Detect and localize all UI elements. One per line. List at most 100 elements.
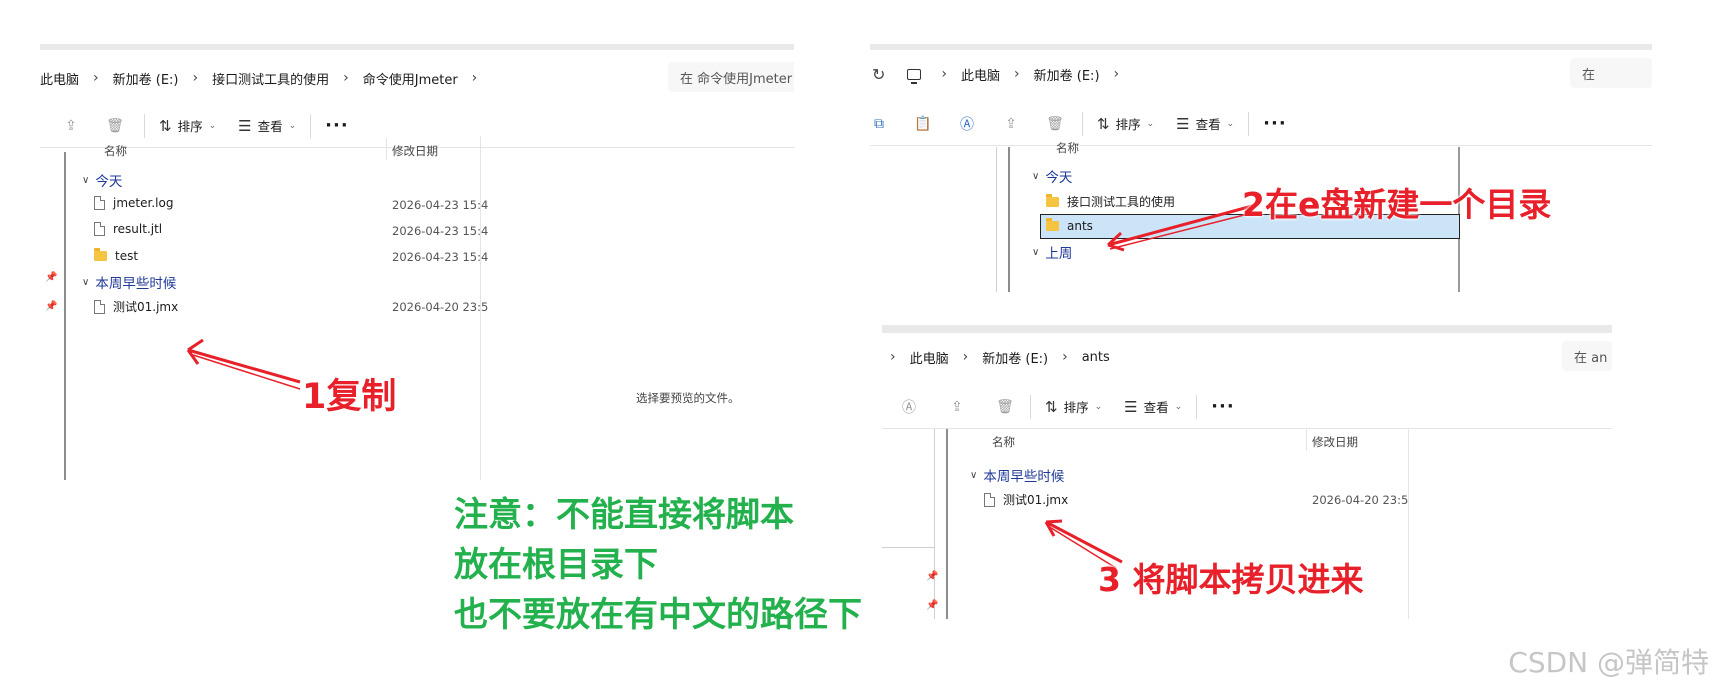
group-label: 本周早些时候 (983, 469, 1065, 485)
breadcrumb-interface-tools[interactable]: 接口测试工具的使用 (212, 69, 329, 88)
rename-icon[interactable]: Ⓐ (900, 397, 918, 417)
toolbar-divider (310, 113, 312, 138)
nav-pane-divider[interactable] (934, 429, 935, 619)
file-row-test01-jmx[interactable]: 测试01.jmx (94, 298, 178, 315)
group-header-today[interactable]: ∨ 今天 (82, 170, 122, 190)
more-options-button[interactable]: ··· (1263, 113, 1287, 134)
sort-button[interactable]: ⇅ 排序 ⌄ (159, 116, 216, 135)
group-header-today[interactable]: ∨ 今天 (1032, 166, 1072, 186)
column-header-modified[interactable]: 修改日期 (1312, 434, 1358, 450)
breadcrumb-ants[interactable]: ants (1082, 350, 1110, 365)
refresh-icon[interactable]: ↻ (872, 65, 885, 84)
file-row-test01-jmx[interactable]: 测试01.jmx (984, 491, 1068, 508)
file-name: 测试01.jmx (113, 300, 179, 314)
group-label: 上周 (1045, 246, 1073, 262)
annotation-step1: 1复制 (302, 377, 397, 417)
breadcrumb-this-pc[interactable]: 此电脑 (961, 65, 1000, 84)
nav-pane-scrollbar[interactable] (64, 152, 66, 480)
share-icon[interactable]: ⇪ (1002, 116, 1020, 132)
column-header-modified[interactable]: 修改日期 (392, 143, 438, 159)
column-header-name[interactable]: 名称 (1056, 140, 1079, 156)
folder-row-ants[interactable]: ants (1046, 218, 1093, 233)
sort-icon: ⇅ (1097, 114, 1110, 133)
search-input[interactable]: 在 (1570, 58, 1652, 88)
preview-pane-divider[interactable] (1408, 429, 1409, 619)
chevron-right-icon: › (1113, 66, 1120, 82)
annotation-note-line3: 也不要放在有中文的路径下 (454, 595, 862, 635)
computer-icon (907, 68, 922, 84)
group-label: 今天 (1045, 170, 1073, 186)
group-header-last-week[interactable]: ∨ 上周 (1032, 242, 1072, 262)
folder-icon (1046, 193, 1059, 207)
pin-icon: 📌 (45, 301, 58, 312)
toolbar-divider (1196, 394, 1198, 419)
share-icon[interactable]: ⇪ (62, 118, 80, 134)
nav-pane-divider[interactable] (996, 147, 997, 292)
preview-pane-hint: 选择要预览的文件。 (636, 391, 740, 405)
window-top-edge (40, 44, 794, 50)
delete-icon[interactable]: 🗑 (996, 399, 1014, 415)
chevron-down-icon: ∨ (82, 174, 90, 186)
rename-icon[interactable]: Ⓐ (958, 114, 976, 134)
view-button[interactable]: ☰ 查看 ⌄ (1176, 114, 1234, 133)
nav-pane-bottom-divider (882, 547, 934, 548)
file-name: jmeter.log (113, 196, 174, 210)
address-bar[interactable]: ↻ › 此电脑 › 新加卷 (E:) › (870, 54, 1652, 94)
breadcrumb-drive-e[interactable]: 新加卷 (E:) (982, 348, 1048, 367)
sort-icon: ⇅ (1045, 397, 1058, 416)
window-top-edge (882, 325, 1612, 333)
breadcrumb-this-pc[interactable]: 此电脑 (40, 69, 79, 88)
nav-pane-scrollbar[interactable] (946, 429, 948, 619)
search-input[interactable]: 在 an (1562, 341, 1612, 371)
annotation-step2: 2在e盘新建一个目录 (1242, 185, 1552, 224)
view-button[interactable]: ☰ 查看 ⌄ (238, 116, 296, 135)
pin-icon: 📌 (45, 272, 58, 283)
file-date: 2026-04-23 15:4 (392, 224, 489, 238)
address-bar[interactable]: › 此电脑 › 新加卷 (E:) › ants (882, 337, 1612, 377)
breadcrumb-drive-e[interactable]: 新加卷 (E:) (113, 69, 179, 88)
file-name: 测试01.jmx (1003, 493, 1069, 507)
view-label: 查看 (1195, 117, 1221, 132)
column-header-name[interactable]: 名称 (104, 143, 127, 159)
folder-row-test[interactable]: test (94, 248, 138, 263)
copy-icon[interactable]: ⧉ (870, 116, 888, 132)
toolbar-divider (1030, 394, 1031, 419)
file-date: 2026-04-23 15:4 (392, 250, 489, 264)
column-header-name[interactable]: 名称 (992, 434, 1015, 450)
view-button[interactable]: ☰ 查看 ⌄ (1124, 397, 1182, 416)
folder-name: ants (1067, 219, 1093, 233)
breadcrumb-jmeter-folder[interactable]: 命令使用Jmeter (363, 69, 458, 88)
pin-icon: 📌 (926, 600, 939, 611)
chevron-right-icon: › (343, 70, 349, 86)
group-header-earlier-this-week[interactable]: ∨ 本周早些时候 (970, 465, 1064, 485)
group-label: 今天 (95, 174, 123, 190)
nav-pane-scrollbar[interactable] (1008, 147, 1010, 292)
share-icon[interactable]: ⇪ (948, 399, 966, 415)
search-input[interactable]: 在 命令使用Jmeter (668, 62, 794, 92)
more-options-button[interactable]: ··· (1211, 396, 1235, 417)
delete-icon[interactable]: 🗑 (106, 118, 124, 134)
command-toolbar: ⧉ 📋 Ⓐ ⇪ 🗑 ⇅ 排序 ⌄ ☰ 查看 ⌄ ··· (870, 102, 1652, 146)
breadcrumb-this-pc[interactable]: 此电脑 (910, 348, 949, 367)
view-icon: ☰ (1124, 397, 1138, 416)
chevron-right-icon: › (1014, 66, 1020, 82)
chevron-right-icon: › (941, 66, 948, 82)
file-row-result-jtl[interactable]: result.jtl (94, 222, 162, 236)
annotation-note-line2: 放在根目录下 (454, 545, 658, 585)
folder-row-interface-tools[interactable]: 接口测试工具的使用 (1046, 193, 1175, 210)
sort-button[interactable]: ⇅ 排序 ⌄ (1097, 114, 1154, 133)
group-header-earlier-this-week[interactable]: ∨ 本周早些时候 (82, 272, 176, 292)
command-toolbar: Ⓐ ⇪ 🗑 ⇅ 排序 ⌄ ☰ 查看 ⌄ ··· (882, 385, 1612, 429)
sort-button[interactable]: ⇅ 排序 ⌄ (1045, 397, 1102, 416)
file-row-jmeter-log[interactable]: jmeter.log (94, 196, 173, 210)
group-label: 本周早些时候 (95, 276, 177, 292)
column-divider[interactable] (1306, 429, 1307, 451)
delete-icon[interactable]: 🗑 (1046, 116, 1064, 132)
paste-icon[interactable]: 📋 (914, 116, 932, 132)
more-options-button[interactable]: ··· (325, 115, 349, 136)
toolbar-divider (144, 113, 145, 138)
view-label: 查看 (1143, 400, 1169, 415)
column-divider[interactable] (386, 138, 387, 160)
breadcrumb-drive-e[interactable]: 新加卷 (E:) (1034, 65, 1100, 84)
file-date: 2026-04-23 15:4 (392, 198, 489, 212)
